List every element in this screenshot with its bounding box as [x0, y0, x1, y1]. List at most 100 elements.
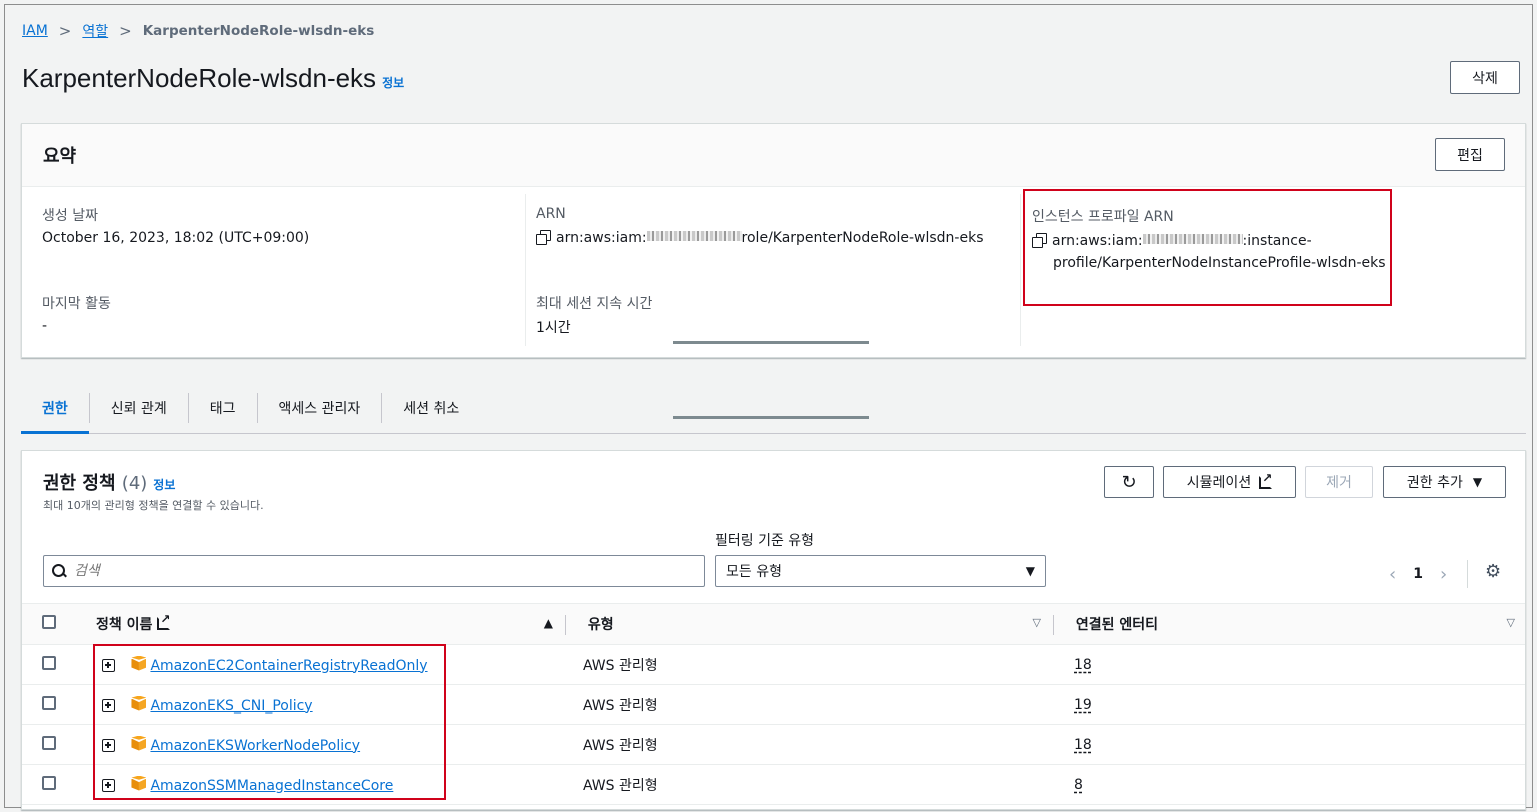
attached-entities-cell: 18 — [1053, 644, 1525, 685]
breadcrumb-separator-icon: > — [58, 22, 72, 40]
summary-title: 요약 — [43, 146, 77, 167]
table-header-row: 정책 이름 ▲ 유형 ▽ 연결된 엔터티 ▽ — [22, 603, 1525, 645]
summary-header: 요약 편집 — [22, 124, 1525, 187]
breadcrumb-iam-link[interactable]: IAM — [22, 23, 48, 39]
sort-ascending-icon: ▲ — [543, 616, 553, 630]
attached-entities-cell: 8 — [1053, 764, 1525, 805]
filter-type-value: 모든 유형 — [726, 564, 782, 580]
policy-type-cell: AWS 관리형 — [565, 724, 1053, 765]
pager-divider — [1467, 560, 1469, 588]
column-header-entities[interactable]: 연결된 엔터티 ▽ — [1053, 604, 1525, 645]
title-info-link[interactable]: 정보 — [382, 76, 404, 90]
arn-label: ARN — [536, 206, 566, 222]
caret-down-icon: ▼ — [1025, 564, 1035, 578]
row-select-cell — [22, 684, 75, 725]
breadcrumb-current: KarpenterNodeRole-wlsdn-eks — [142, 23, 375, 39]
row-select-cell — [22, 764, 75, 805]
search-icon — [52, 564, 66, 578]
previous-page-icon[interactable]: ‹ — [1389, 564, 1396, 585]
tab-revoke-sessions[interactable]: 세션 취소 — [382, 383, 480, 433]
column-divider — [525, 194, 526, 346]
select-all-header — [22, 604, 75, 645]
tab-permissions[interactable]: 권한 — [21, 383, 89, 434]
row-select-cell — [22, 724, 75, 765]
tab-trust-relationships[interactable]: 신뢰 관계 — [90, 383, 188, 433]
last-activity-value: - — [42, 318, 48, 334]
add-permissions-button[interactable]: 권한 추가 ▼ — [1383, 466, 1506, 498]
add-permissions-label: 권한 추가 — [1406, 475, 1463, 491]
gear-icon[interactable]: ⚙ — [1485, 561, 1501, 582]
refresh-button[interactable]: ↻ — [1104, 466, 1154, 498]
search-input-wrapper[interactable] — [43, 555, 705, 587]
breadcrumb-roles-link[interactable]: 역할 — [82, 21, 108, 41]
breadcrumb: IAM > 역할 > KarpenterNodeRole-wlsdn-eks — [22, 21, 374, 41]
highlight-box — [1023, 189, 1392, 306]
attached-entities-cell: 19 — [1053, 684, 1525, 725]
column-header-type[interactable]: 유형 ▽ — [565, 604, 1053, 645]
policy-type-cell: AWS 관리형 — [565, 764, 1053, 805]
breadcrumb-separator-icon: > — [119, 22, 132, 40]
copy-icon[interactable] — [536, 230, 551, 245]
tab-bar: 권한 신뢰 관계 태그 액세스 관리자 세션 취소 — [21, 383, 1526, 434]
edit-button[interactable]: 편집 — [1435, 138, 1505, 171]
attached-entities-cell: 18 — [1053, 724, 1525, 765]
arn-prefix: arn:aws:iam: — [556, 230, 647, 246]
row-checkbox[interactable] — [42, 695, 56, 710]
highlight-box — [93, 644, 446, 800]
sort-icon: ▽ — [1032, 616, 1041, 629]
arn-value: arn:aws:iam: role/KarpenterNodeRole-wlsdn… — [536, 230, 984, 246]
tab-access-advisor[interactable]: 액세스 관리자 — [258, 383, 382, 433]
redacted-account-id — [646, 231, 742, 241]
summary-panel: 요약 편집 생성 날짜 October 16, 2023, 18:02 (UTC… — [21, 123, 1526, 358]
attached-entities-link[interactable]: 8 — [1074, 777, 1083, 793]
policy-type-cell: AWS 관리형 — [565, 684, 1053, 725]
simulation-button[interactable]: 시뮬레이션 — [1163, 466, 1296, 498]
search-input[interactable] — [74, 563, 674, 579]
last-activity-label: 마지막 활동 — [42, 296, 111, 312]
attached-entities-link[interactable]: 18 — [1074, 737, 1092, 753]
row-checkbox[interactable] — [42, 735, 56, 750]
torn-edge-decoration — [673, 341, 869, 344]
row-checkbox[interactable] — [42, 775, 56, 790]
created-date-value: October 16, 2023, 18:02 (UTC+09:00) — [42, 230, 310, 246]
console-frame: IAM > 역할 > KarpenterNodeRole-wlsdn-eks K… — [4, 4, 1533, 810]
permissions-panel: 권한 정책 (4) 정보 최대 10개의 관리형 정책을 연결할 수 있습니다. … — [21, 450, 1526, 810]
next-page-icon[interactable]: › — [1440, 564, 1447, 585]
delete-button[interactable]: 삭제 — [1450, 61, 1520, 94]
attached-entities-link[interactable]: 18 — [1074, 657, 1092, 673]
caret-down-icon: ▼ — [1472, 475, 1483, 489]
permissions-count: (4) — [121, 473, 148, 494]
row-select-cell — [22, 644, 75, 685]
column-separator — [565, 614, 566, 635]
created-date-label: 생성 날짜 — [42, 208, 98, 224]
pagination: ‹ 1 › — [1389, 560, 1469, 588]
sort-icon: ▽ — [1506, 616, 1515, 629]
page-number[interactable]: 1 — [1413, 566, 1423, 582]
column-separator — [1053, 614, 1054, 635]
policy-type-cell: AWS 관리형 — [565, 644, 1053, 685]
attached-entities-link[interactable]: 19 — [1074, 697, 1092, 713]
permissions-info-link[interactable]: 정보 — [153, 478, 175, 492]
filter-type-label: 필터링 기준 유형 — [715, 533, 815, 549]
external-link-icon — [1259, 471, 1272, 489]
page-title-text: KarpenterNodeRole-wlsdn-eks — [22, 63, 377, 93]
column-divider — [1020, 194, 1021, 346]
arn-suffix: role/KarpenterNodeRole-wlsdn-eks — [741, 230, 984, 246]
simulation-label: 시뮬레이션 — [1186, 475, 1252, 491]
permissions-title-text: 권한 정책 — [43, 473, 116, 494]
remove-button[interactable]: 제거 — [1305, 466, 1373, 498]
filter-type-select[interactable]: 모든 유형 ▼ — [715, 555, 1046, 587]
column-name-label: 정책 이름 — [96, 617, 153, 633]
select-all-checkbox[interactable] — [42, 615, 56, 629]
external-link-icon — [157, 612, 170, 630]
tab-tags[interactable]: 태그 — [189, 383, 257, 433]
max-session-label: 최대 세션 지속 시간 — [536, 296, 653, 312]
max-session-value: 1시간 — [536, 320, 571, 336]
column-header-name[interactable]: 정책 이름 ▲ — [75, 604, 565, 645]
column-type-label: 유형 — [587, 616, 614, 633]
column-entities-label: 연결된 엔터티 — [1075, 616, 1159, 633]
page-title: KarpenterNodeRole-wlsdn-eks 정보 — [22, 63, 404, 94]
permissions-description: 최대 10개의 관리형 정책을 연결할 수 있습니다. — [43, 499, 264, 512]
row-checkbox[interactable] — [42, 655, 56, 670]
refresh-icon: ↻ — [1121, 471, 1137, 493]
